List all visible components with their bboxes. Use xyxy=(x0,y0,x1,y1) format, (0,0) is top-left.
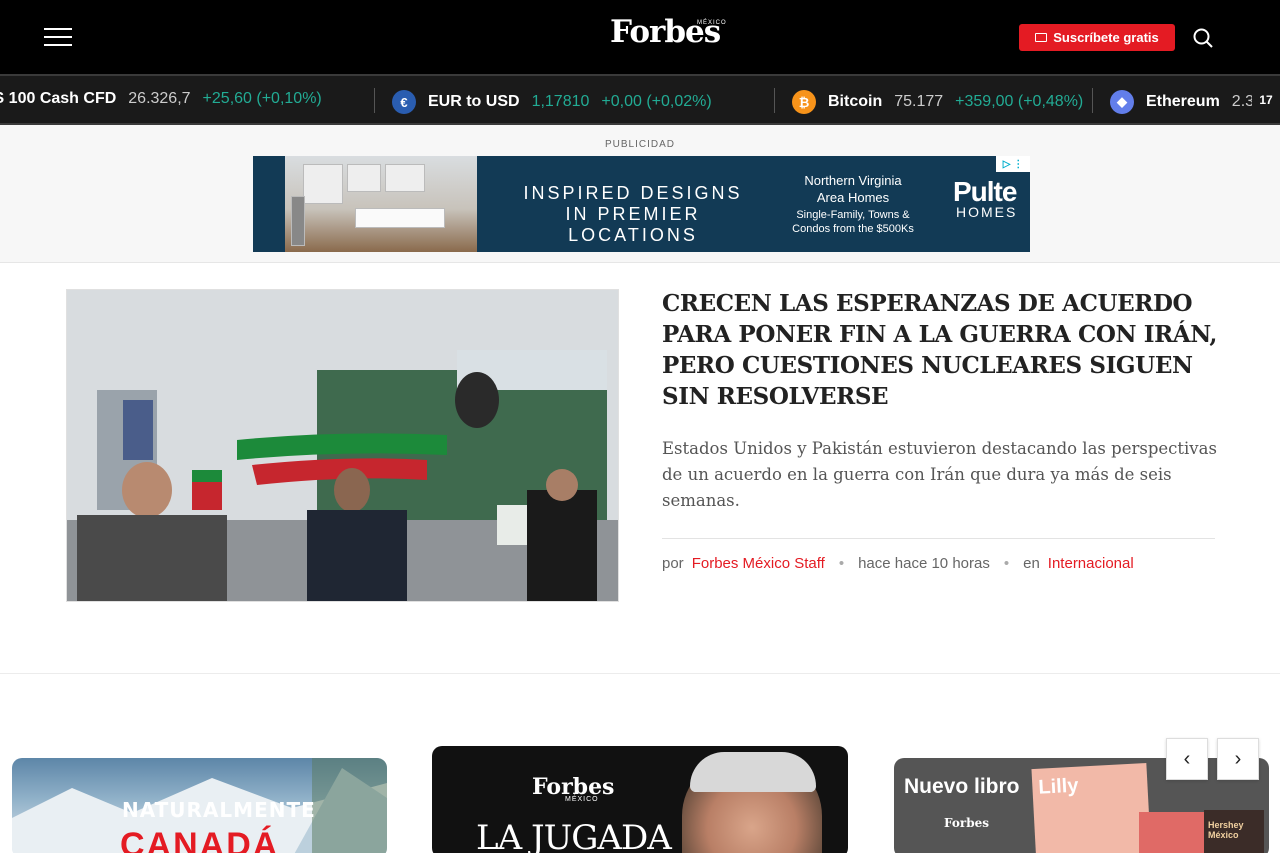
ticker-name: Bitcoin xyxy=(828,93,883,110)
ticker-value: 26.326,7 xyxy=(128,90,191,107)
article-summary: Estados Unidos y Pakistán estuvieron des… xyxy=(662,439,1217,510)
card-title: CANADÁ xyxy=(120,826,280,853)
book-cover-image: Hershey México xyxy=(1204,810,1264,853)
eurusd-flag-icon: € xyxy=(392,90,416,114)
category-link[interactable]: Internacional xyxy=(1048,555,1134,572)
ad-headline: INSPIRED DESIGNS IN PREMIER LOCATIONS xyxy=(508,183,758,246)
ticker-name: EUR to USD xyxy=(428,93,520,110)
card-brand: Forbes xyxy=(944,816,989,830)
search-icon[interactable] xyxy=(1192,27,1214,49)
ticker-value: 1,17810 xyxy=(531,93,590,110)
ad-headline-line: INSPIRED DESIGNS xyxy=(523,183,743,203)
meta-separator: • xyxy=(1003,555,1010,572)
book-cover-image: Lilly xyxy=(1031,763,1152,853)
ticker-item[interactable]: US 100 Cash CFD 26.326,7 +25,60 (+0,10%) xyxy=(0,90,322,108)
ad-region-line: Northern Virginia xyxy=(804,173,902,188)
ad-label: PUBLICIDAD xyxy=(604,139,675,150)
market-ticker: US 100 Cash CFD 26.326,7 +25,60 (+0,10%)… xyxy=(0,74,1280,125)
subscribe-label: Suscríbete gratis xyxy=(1053,30,1159,45)
site-header: Forbes MÉXICO Suscríbete gratis xyxy=(0,0,1280,74)
ad-brand-sub: HOMES xyxy=(956,204,1018,220)
in-label: en xyxy=(1023,555,1040,572)
logo-subtitle: MÉXICO xyxy=(697,20,727,26)
carousel-prev-button[interactable]: ‹ xyxy=(1166,738,1208,780)
subscribe-button[interactable]: Suscríbete gratis xyxy=(1019,24,1175,51)
article-hero-image[interactable] xyxy=(66,289,619,602)
protest-photo xyxy=(67,290,618,601)
section-divider xyxy=(0,673,1280,674)
ticker-item[interactable]: ₿ Bitcoin 75.177 +359,00 (+0,48%) xyxy=(792,90,1083,114)
ticker-divider xyxy=(1092,88,1093,113)
divider xyxy=(662,538,1215,539)
book-title: Lilly xyxy=(1037,774,1079,799)
article-time: hace hace 10 horas xyxy=(858,555,990,572)
ethereum-icon: ◆ xyxy=(1110,90,1134,114)
ad-region-line: Area Homes xyxy=(816,190,890,205)
article-headline[interactable]: CRECEN LAS ESPERANZAS DE ACUERDO PARA PO… xyxy=(662,288,1222,412)
mail-icon xyxy=(1035,33,1048,42)
menu-icon[interactable] xyxy=(44,27,72,47)
tradingview-logo-icon[interactable]: 17 xyxy=(1252,86,1280,114)
ad-region: Northern Virginia Area Homes Single-Fami… xyxy=(773,172,933,236)
ad-headline-line: IN PREMIER LOCATIONS xyxy=(565,204,701,245)
carousel-card[interactable]: Forbes MÉXICO LA JUGADA DE xyxy=(432,746,848,853)
ad-detail-line: Single-Family, Towns & xyxy=(796,209,910,221)
by-label: por xyxy=(662,555,684,572)
carousel-next-button[interactable]: › xyxy=(1217,738,1259,780)
ticker-value: 75.177 xyxy=(894,93,944,110)
ad-section: PUBLICIDAD INSPIRED DESIGNS IN PREMIER L… xyxy=(0,125,1280,263)
meta-separator: • xyxy=(838,555,845,572)
author-link[interactable]: Forbes México Staff xyxy=(692,555,825,572)
ticker-divider xyxy=(374,88,375,113)
ad-kitchen-image xyxy=(285,156,477,252)
card-title: Nuevo libro xyxy=(904,775,1020,798)
ticker-name: Ethereum xyxy=(1146,93,1220,110)
carousel-card[interactable]: Nuevo libro Forbes Lilly Hershey México xyxy=(894,758,1269,853)
ticker-change: +0,00 (+0,02%) xyxy=(601,93,712,110)
bitcoin-icon: ₿ xyxy=(792,90,816,114)
ad-banner[interactable]: INSPIRED DESIGNS IN PREMIER LOCATIONS No… xyxy=(253,156,1030,252)
ticker-change: +25,60 (+0,10%) xyxy=(202,90,322,107)
article-meta: por Forbes México Staff • hace hace 10 h… xyxy=(662,555,1134,572)
ticker-item[interactable]: € EUR to USD 1,17810 +0,00 (+0,02%) xyxy=(392,90,712,114)
portrait-hair xyxy=(690,752,816,792)
ticker-item[interactable]: ◆ Ethereum 2.3 xyxy=(1110,90,1254,114)
card-logo-sub: MÉXICO xyxy=(565,796,599,803)
ad-detail-line: Condos from the $500Ks xyxy=(792,223,914,235)
card-title: NATURALMENTE xyxy=(122,798,316,822)
ticker-name: US 100 Cash CFD xyxy=(0,90,117,107)
ticker-value: 2.3 xyxy=(1231,93,1255,110)
carousel-card[interactable]: NATURALMENTE CANADÁ xyxy=(12,758,387,853)
adchoices-icon[interactable]: ▷ ⋮ xyxy=(996,156,1030,172)
ticker-change: +359,00 (+0,48%) xyxy=(955,93,1084,110)
ticker-divider xyxy=(774,88,775,113)
